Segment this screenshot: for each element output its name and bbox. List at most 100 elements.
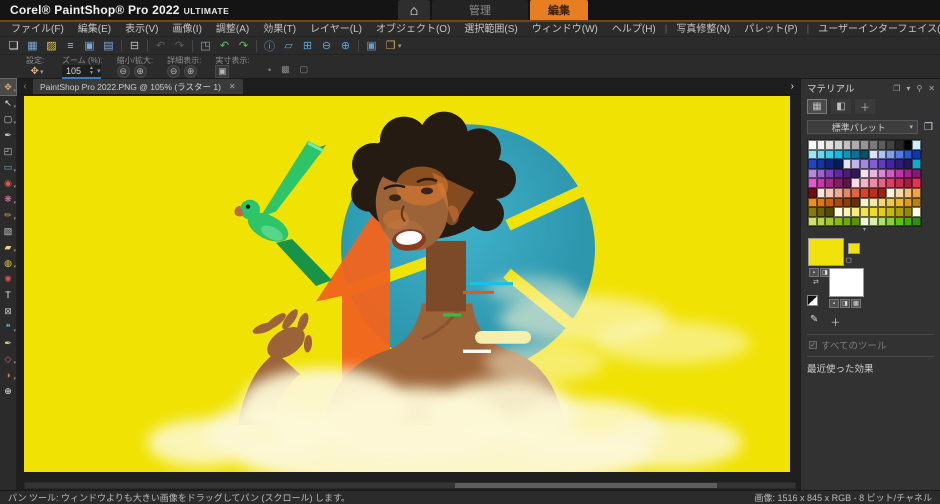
pin-icon[interactable]: ⚲ <box>916 84 922 93</box>
color-swatch-r1c4[interactable] <box>843 150 852 160</box>
shape-tool[interactable]: ◇▾ <box>0 351 16 367</box>
redo-icon[interactable]: ↷ <box>170 38 189 54</box>
color-swatch-r8c8[interactable] <box>878 217 887 227</box>
menu-item[interactable]: ウィンドウ(W) <box>525 22 605 37</box>
menu-item[interactable]: 画像(I) <box>165 22 208 37</box>
flyout-arrow-icon[interactable]: ▾ <box>13 248 16 254</box>
zoom-dropdown-icon[interactable]: ▾ <box>97 67 101 75</box>
color-swatch-r6c6[interactable] <box>860 198 869 208</box>
grid-toggle-icon[interactable]: ▩ <box>281 64 290 75</box>
zoom-out-step-button[interactable]: ⊖ <box>117 65 130 78</box>
flyout-arrow-icon[interactable]: ▾ <box>13 328 16 334</box>
color-swatch-r0c0[interactable] <box>808 140 817 150</box>
tab-scroll-left-icon[interactable]: ‹ <box>17 81 33 92</box>
menu-item[interactable]: 表示(V) <box>118 22 165 37</box>
color-swatch-r3c6[interactable] <box>860 169 869 179</box>
flyout-arrow-icon[interactable]: ▾ <box>13 104 16 110</box>
color-swatch-r5c6[interactable] <box>860 188 869 198</box>
alt-color-swatch[interactable] <box>848 243 860 254</box>
color-swatch-r7c4[interactable] <box>843 207 852 217</box>
zoom-in-icon[interactable]: ⊕ <box>336 38 355 54</box>
save-icon[interactable]: ▣ <box>80 38 99 54</box>
color-swatch-r8c6[interactable] <box>860 217 869 227</box>
makeover-tool[interactable]: ❋▾ <box>0 191 16 207</box>
new-image-icon[interactable]: ❏ <box>4 38 23 54</box>
materials-tab-sliders-view[interactable]: ＋ <box>855 99 875 114</box>
gradient-fill-tool[interactable]: ▧ <box>0 223 16 239</box>
color-swatch-r7c3[interactable] <box>834 207 843 217</box>
menu-item[interactable]: ヘルプ(H) <box>605 22 663 37</box>
color-swatch-r7c12[interactable] <box>912 207 921 217</box>
color-swatch-r2c8[interactable] <box>878 159 887 169</box>
color-swatch-r7c6[interactable] <box>860 207 869 217</box>
redo-history-icon[interactable]: ↷ <box>234 38 253 54</box>
foreground-swatch[interactable] <box>808 238 844 266</box>
pen-tool[interactable]: ✒ <box>0 335 16 351</box>
organizer-icon[interactable]: ≡ <box>61 38 80 54</box>
color-swatch-r8c9[interactable] <box>886 217 895 227</box>
color-swatch-r7c1[interactable] <box>817 207 826 217</box>
print-icon[interactable]: ⊟ <box>125 38 144 54</box>
color-swatch-r0c3[interactable] <box>834 140 843 150</box>
color-swatch-r7c8[interactable] <box>878 207 887 217</box>
color-swatch-r3c7[interactable] <box>869 169 878 179</box>
zoom-spinner[interactable]: ▲▼ <box>87 66 96 76</box>
color-swatch-r1c7[interactable] <box>869 150 878 160</box>
detail-zoom-out-button[interactable]: ⊖ <box>167 65 180 78</box>
resize-icon[interactable]: ▱ <box>279 38 298 54</box>
color-swatch-r8c12[interactable] <box>912 217 921 227</box>
flyout-arrow-icon[interactable]: ▾ <box>13 376 16 382</box>
color-swatch-r6c8[interactable] <box>878 198 887 208</box>
color-swatch-r0c6[interactable] <box>860 140 869 150</box>
color-swatch-r8c0[interactable] <box>808 217 817 227</box>
menu-item[interactable]: 効果(T) <box>256 22 303 37</box>
menu-item[interactable]: パレット(P) <box>737 22 804 37</box>
color-swatch-r3c8[interactable] <box>878 169 887 179</box>
menu-item[interactable]: 選択範囲(S) <box>457 22 524 37</box>
undo-history-icon[interactable]: ↶ <box>215 38 234 54</box>
color-swatch-r0c1[interactable] <box>817 140 826 150</box>
color-swatch-r7c5[interactable] <box>851 207 860 217</box>
selection-tool[interactable]: ▢▾ <box>0 111 16 127</box>
pan-tool[interactable]: ✥▾ <box>0 79 16 95</box>
color-swatch-r5c8[interactable] <box>878 188 887 198</box>
crop-tool[interactable]: ◰ <box>0 143 16 159</box>
color-swatch-r8c7[interactable] <box>869 217 878 227</box>
color-swatch-r4c10[interactable] <box>895 178 904 188</box>
color-swatch-r4c8[interactable] <box>878 178 887 188</box>
color-swatch-r6c9[interactable] <box>886 198 895 208</box>
color-swatch-r5c3[interactable] <box>834 188 843 198</box>
zoom-tool[interactable]: ⊕ <box>0 383 16 399</box>
pan-preset-button[interactable]: ✥▾ <box>26 65 48 78</box>
color-swatch-r3c4[interactable] <box>843 169 852 179</box>
flyout-arrow-icon[interactable]: ▾ <box>13 168 16 174</box>
color-swatch-r2c4[interactable] <box>843 159 852 169</box>
paint-brush-tool[interactable]: ✏▾ <box>0 207 16 223</box>
color-swatch-r7c9[interactable] <box>886 207 895 217</box>
zoom-in-step-button[interactable]: ⊕ <box>134 65 147 78</box>
mesh-warp-tool[interactable]: ⊠ <box>0 303 16 319</box>
scrollbar-thumb[interactable] <box>455 483 717 488</box>
picture-tube-tool[interactable]: ◍▾ <box>0 255 16 271</box>
color-swatch-r0c2[interactable] <box>825 140 834 150</box>
tab-scroll-right-icon[interactable]: › <box>791 81 794 92</box>
color-swatch-r5c10[interactable] <box>895 188 904 198</box>
transparency-icon[interactable]: ◻ <box>846 256 852 264</box>
red-eye-tool[interactable]: ◉▾ <box>0 175 16 191</box>
color-swatch-r3c9[interactable] <box>886 169 895 179</box>
color-replacer-tool[interactable]: ◑▾ <box>0 367 16 383</box>
all-tools-checkbox[interactable]: ✓ <box>809 341 817 349</box>
menu-item[interactable]: ユーザーインターフェイス(U) <box>811 22 940 37</box>
bounds-toggle-icon[interactable]: ▢ <box>300 64 309 75</box>
flyout-arrow-icon[interactable]: ▾ <box>13 216 16 222</box>
color-swatch-r4c5[interactable] <box>851 178 860 188</box>
color-swatch-r1c3[interactable] <box>834 150 843 160</box>
color-swatch-r8c1[interactable] <box>817 217 826 227</box>
background-swatch[interactable] <box>829 268 864 297</box>
materials-tab-rainbow-view[interactable]: ◧ <box>831 99 851 114</box>
bg-pattern-style-button[interactable]: ▩ <box>851 299 861 308</box>
color-swatch-r0c12[interactable] <box>912 140 921 150</box>
color-swatch-r1c10[interactable] <box>895 150 904 160</box>
color-swatch-r3c12[interactable] <box>912 169 921 179</box>
color-swatch-r0c9[interactable] <box>886 140 895 150</box>
